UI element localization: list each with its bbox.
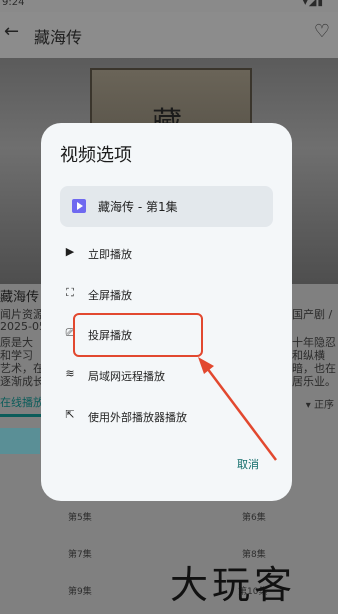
watermark-logo: 大玩客 [170, 563, 297, 607]
annotation-arrow [198, 357, 277, 461]
